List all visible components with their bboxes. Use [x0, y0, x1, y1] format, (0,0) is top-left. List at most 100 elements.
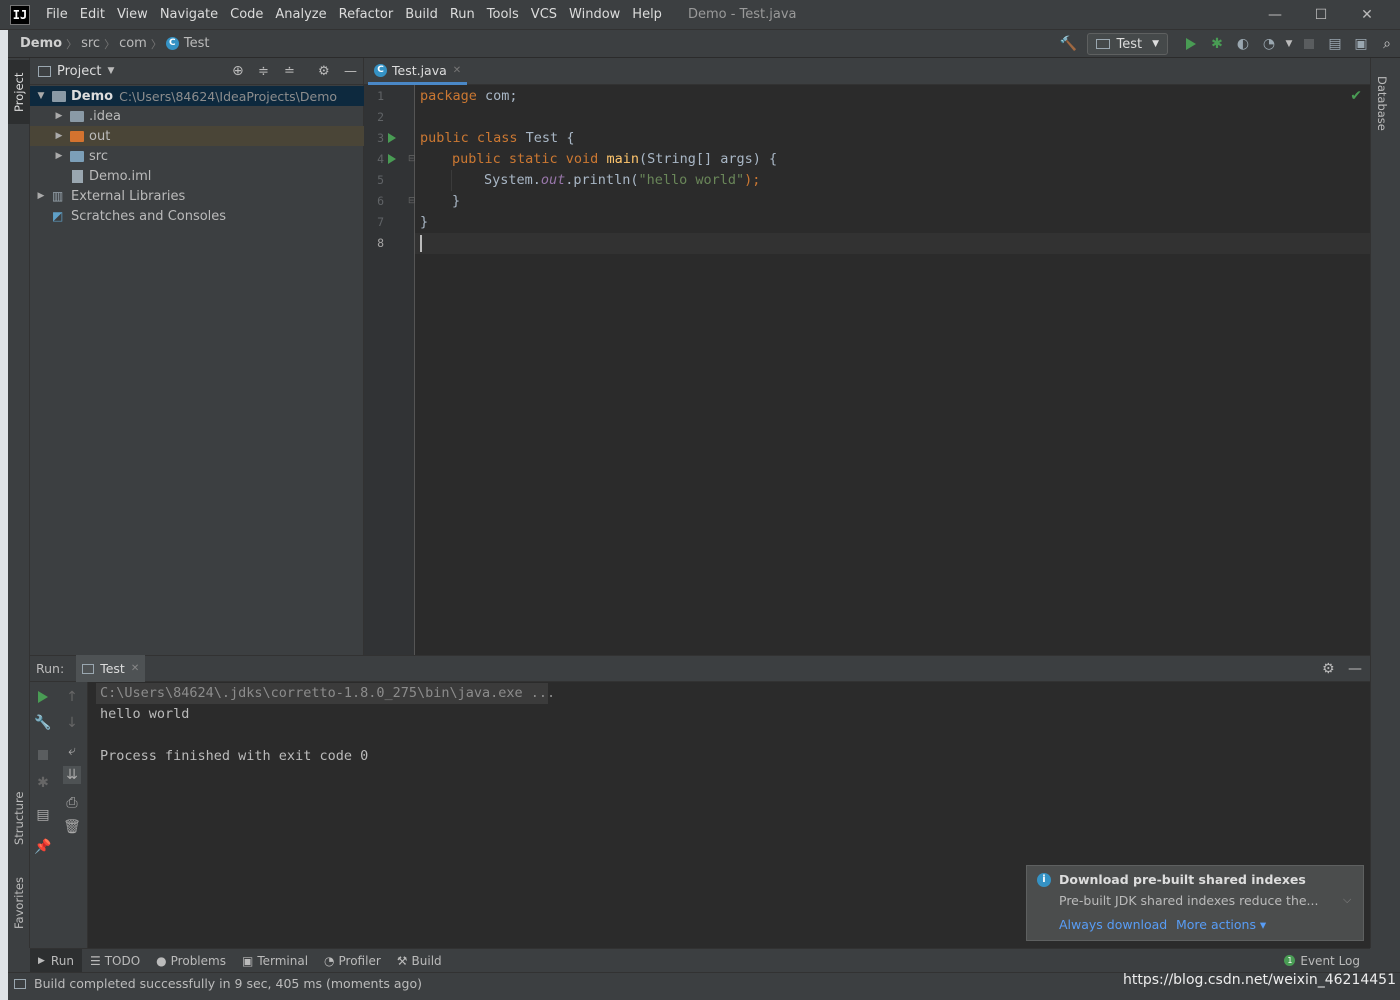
close-tab-icon[interactable]: ✕: [453, 65, 461, 76]
rerun-icon[interactable]: [34, 688, 52, 706]
gear-icon[interactable]: ⚙: [318, 64, 330, 79]
tree-item-src[interactable]: ▶ src: [30, 146, 364, 166]
layout-icon[interactable]: ▣: [1349, 33, 1373, 55]
menu-edit[interactable]: Edit: [74, 7, 111, 22]
collapsed-arrow-icon[interactable]: ▶: [54, 151, 64, 161]
arrow-up-icon[interactable]: ↑: [63, 688, 81, 706]
chevron-down-icon[interactable]: ▼: [107, 66, 114, 76]
tab-test-java[interactable]: C Test.java ✕: [368, 58, 468, 85]
tool-run[interactable]: ▶ Run: [30, 948, 82, 973]
menu-help[interactable]: Help: [626, 7, 668, 22]
menu-run[interactable]: Run: [444, 7, 481, 22]
scroll-to-end-icon[interactable]: ⇊: [63, 766, 81, 784]
project-panel-header: Project ▼ ⊕ ≑ ≐ ⚙ —: [30, 58, 363, 85]
always-download-link[interactable]: Always download: [1059, 917, 1167, 932]
tree-item-external-libraries[interactable]: ▶ ▥ External Libraries: [30, 186, 364, 206]
tree-label-idea: .idea: [89, 108, 121, 124]
gear-icon[interactable]: ⚙: [1322, 661, 1335, 677]
menu-window[interactable]: Window: [563, 7, 626, 22]
tree-label-scratches: Scratches and Consoles: [71, 208, 227, 224]
run-gutter-icon[interactable]: [388, 154, 396, 164]
maximize-button[interactable]: ☐: [1298, 0, 1344, 30]
menu-refactor[interactable]: Refactor: [333, 7, 400, 22]
indent-guide: [451, 170, 452, 191]
tool-build[interactable]: ⚒ Build: [389, 949, 450, 973]
menu-navigate[interactable]: Navigate: [154, 7, 224, 22]
soft-wrap-icon[interactable]: ⤶: [63, 742, 81, 760]
menu-view[interactable]: View: [111, 7, 154, 22]
chevron-down-icon[interactable]: ▼: [1283, 33, 1295, 55]
tool-terminal[interactable]: ▣ Terminal: [234, 949, 316, 973]
breadcrumb-project[interactable]: Demo: [8, 36, 66, 51]
menu-analyze[interactable]: Analyze: [269, 7, 332, 22]
menu-build[interactable]: Build: [399, 7, 444, 22]
tree-item-iml[interactable]: Demo.iml: [30, 166, 364, 186]
debug-restart-icon[interactable]: ✱: [34, 774, 52, 792]
breadcrumb-test[interactable]: C Test: [162, 36, 214, 51]
tool-todo[interactable]: ☰ TODO: [82, 949, 148, 973]
build-hammer-icon[interactable]: 🔨: [1056, 33, 1080, 55]
expand-arrow-icon[interactable]: ▼: [36, 91, 46, 101]
line-number: 5: [377, 173, 384, 187]
hide-panel-icon[interactable]: —: [1348, 661, 1362, 677]
project-panel-title[interactable]: Project: [57, 64, 101, 79]
trash-icon[interactable]: 🗑: [63, 818, 81, 836]
layout-icon[interactable]: ▤: [34, 806, 52, 824]
code-editor[interactable]: package com; public class Test { public …: [415, 85, 1370, 655]
minimize-button[interactable]: —: [1252, 0, 1298, 30]
run-gutter-icon[interactable]: [388, 133, 396, 143]
stop-icon[interactable]: [34, 746, 52, 764]
arrow-down-icon[interactable]: ↓: [63, 714, 81, 732]
breadcrumb-separator-icon: 〉: [104, 37, 116, 51]
inspection-ok-icon[interactable]: ✔: [1350, 88, 1362, 104]
breadcrumb-com[interactable]: com: [115, 36, 151, 51]
tree-item-demo[interactable]: ▼ Demo C:\Users\84624\IdeaProjects\Demo: [30, 86, 364, 106]
locate-target-icon[interactable]: ⊕: [232, 63, 244, 79]
close-window-button[interactable]: ✕: [1344, 0, 1390, 30]
tool-problems[interactable]: ● Problems: [148, 949, 234, 973]
breadcrumb-src[interactable]: src: [77, 36, 104, 51]
menu-file[interactable]: File: [40, 7, 74, 22]
tool-profiler[interactable]: ◔ Profiler: [316, 949, 389, 973]
wrench-icon[interactable]: 🔧: [34, 714, 52, 732]
iml-file-icon: [72, 169, 83, 183]
menu-tools[interactable]: Tools: [481, 7, 525, 22]
tree-label-src: src: [89, 148, 108, 164]
menu-code[interactable]: Code: [224, 7, 269, 22]
tab-database-vertical[interactable]: Database: [1371, 68, 1393, 138]
project-structure-icon[interactable]: ▤: [1323, 33, 1347, 55]
tree-item-idea[interactable]: ▶ .idea: [30, 106, 364, 126]
chevron-down-icon[interactable]: ⌵: [1343, 893, 1351, 907]
collapse-all-icon[interactable]: ≐: [284, 64, 295, 79]
expand-all-icon[interactable]: ≑: [258, 64, 269, 79]
collapsed-arrow-icon[interactable]: ▶: [54, 111, 64, 121]
bottom-tool-stripe: ▶ Run ☰ TODO ● Problems ▣ Terminal ◔ Profiler…: [30, 948, 1370, 973]
menu-vcs[interactable]: VCS: [525, 7, 563, 22]
tab-structure-vertical[interactable]: Structure: [8, 783, 30, 853]
pin-icon[interactable]: 📌: [34, 838, 52, 856]
tab-favorites-vertical[interactable]: Favorites: [8, 868, 30, 938]
tree-item-scratches[interactable]: ◩ Scratches and Consoles: [30, 206, 364, 226]
tab-project-vertical[interactable]: Project: [8, 60, 30, 124]
debug-bug-icon[interactable]: ✱: [1205, 33, 1229, 55]
more-actions-link[interactable]: More actions ▾: [1176, 917, 1266, 932]
collapsed-arrow-icon[interactable]: ▶: [36, 191, 46, 201]
excluded-folder-icon: [70, 130, 84, 142]
search-icon[interactable]: ⌕: [1375, 33, 1399, 55]
run-icon[interactable]: [1179, 33, 1203, 55]
profile-icon[interactable]: ◔: [1257, 33, 1281, 55]
hide-panel-icon[interactable]: —: [344, 64, 357, 79]
print-icon[interactable]: ⎙: [63, 794, 81, 812]
tree-item-out[interactable]: ▶ out: [30, 126, 364, 146]
line-number: 1: [377, 89, 384, 103]
stop-icon[interactable]: [1297, 33, 1321, 55]
run-tab-test[interactable]: Test ✕: [76, 655, 146, 682]
collapsed-arrow-icon[interactable]: ▶: [54, 131, 64, 141]
editor-tab-bar: C Test.java ✕: [364, 58, 1370, 85]
tool-event-log[interactable]: 1 Event Log: [1276, 949, 1368, 973]
run-configuration-select[interactable]: Test ▼: [1087, 33, 1168, 55]
toggle-tool-windows-icon[interactable]: [14, 978, 26, 989]
close-tab-icon[interactable]: ✕: [131, 663, 139, 674]
notification-title: Download pre-built shared indexes: [1059, 872, 1306, 887]
coverage-icon[interactable]: ◐: [1231, 33, 1255, 55]
